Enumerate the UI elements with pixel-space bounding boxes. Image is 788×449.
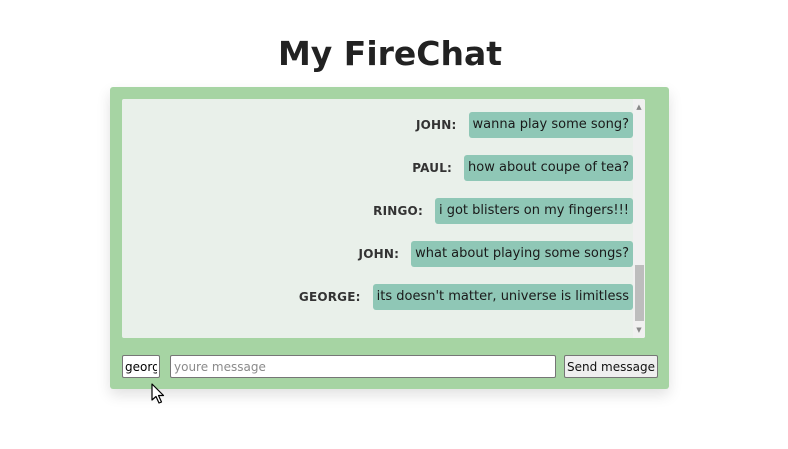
page: My FireChat JOHN: wanna play some song? … [0,0,788,449]
mouse-pointer-icon [151,383,165,404]
message-row: JOHN: wanna play some song? [416,112,633,138]
scroll-up-icon[interactable]: ▲ [633,101,645,113]
message-author: RINGO: [373,204,423,218]
message-bubble: wanna play some song? [468,112,633,138]
messages-panel[interactable]: JOHN: wanna play some song? PAUL: how ab… [122,99,645,338]
chat-card: JOHN: wanna play some song? PAUL: how ab… [110,87,669,389]
message-bubble: what about playing some songs? [411,241,633,267]
message-row: RINGO: i got blisters on my fingers!!! [373,198,633,224]
message-author: GEORGE: [298,290,361,304]
message-bubble: its doesn't matter, universe is limitles… [372,284,633,310]
message-row: GEORGE: its doesn't matter, universe is … [299,284,633,310]
scroll-down-icon[interactable]: ▼ [633,324,645,336]
message-author: JOHN: [358,247,400,261]
page-title: My FireChat [277,34,503,73]
message-bubble: how about coupe of tea? [464,155,633,181]
message-author: PAUL: [412,161,453,175]
messages-scrollbar[interactable]: ▲ ▼ [633,99,645,338]
scrollbar-thumb[interactable] [635,265,644,321]
messages-list: JOHN: wanna play some song? PAUL: how ab… [122,99,645,338]
message-row: JOHN: what about playing some songs? [359,241,633,267]
message-row: PAUL: how about coupe of tea? [412,155,633,181]
username-input[interactable] [122,355,160,378]
message-input[interactable] [170,355,556,378]
message-author: JOHN: [415,118,457,132]
send-message-button[interactable]: Send message [564,355,658,378]
message-bubble: i got blisters on my fingers!!! [434,198,633,224]
